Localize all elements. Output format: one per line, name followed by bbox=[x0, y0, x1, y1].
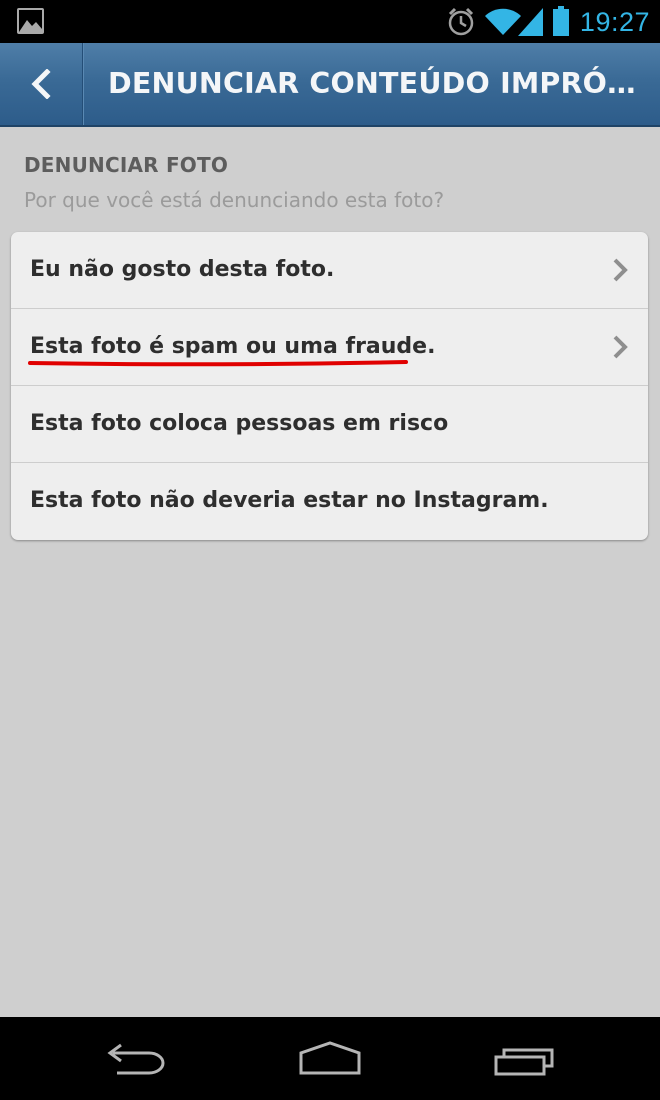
gallery-icon bbox=[17, 8, 44, 34]
red-underline-annotation bbox=[28, 360, 408, 367]
option-risk[interactable]: Esta foto coloca pessoas em risco bbox=[11, 386, 648, 462]
nav-back-button[interactable] bbox=[77, 1017, 197, 1100]
nav-home-button[interactable] bbox=[270, 1017, 390, 1100]
nav-recents-button[interactable] bbox=[464, 1017, 584, 1100]
option-label: Esta foto não deveria estar no Instagram… bbox=[30, 488, 549, 513]
home-icon bbox=[299, 1041, 361, 1075]
back-button[interactable] bbox=[0, 43, 83, 125]
back-arrow-icon bbox=[107, 1043, 165, 1075]
recent-apps-icon bbox=[494, 1048, 554, 1076]
section-heading: DENUNCIAR FOTO bbox=[24, 153, 229, 177]
option-label: Eu não gosto desta foto. bbox=[30, 257, 335, 282]
chevron-left-icon bbox=[31, 69, 51, 99]
report-options-list: Eu não gosto desta foto. Esta foto é spa… bbox=[11, 232, 648, 540]
wifi-icon bbox=[485, 8, 521, 36]
option-label: Esta foto é spam ou uma fraude. bbox=[30, 334, 436, 359]
page-title: DENUNCIAR CONTEÚDO IMPRÓP... bbox=[108, 67, 648, 100]
section-subtitle: Por que você está denunciando esta foto? bbox=[24, 188, 445, 212]
status-bar: 19:27 bbox=[0, 0, 660, 43]
chevron-right-icon bbox=[613, 258, 628, 282]
status-time: 19:27 bbox=[579, 7, 650, 37]
option-dislike[interactable]: Eu não gosto desta foto. bbox=[11, 232, 648, 308]
action-bar: DENUNCIAR CONTEÚDO IMPRÓP... bbox=[0, 43, 660, 127]
signal-icon bbox=[518, 8, 543, 36]
navigation-bar bbox=[0, 1017, 660, 1100]
alarm-icon bbox=[448, 7, 474, 36]
option-not-instagram[interactable]: Esta foto não deveria estar no Instagram… bbox=[11, 463, 648, 539]
option-label: Esta foto coloca pessoas em risco bbox=[30, 411, 449, 436]
battery-icon bbox=[553, 6, 569, 36]
option-spam[interactable]: Esta foto é spam ou uma fraude. bbox=[11, 309, 648, 385]
chevron-right-icon bbox=[613, 335, 628, 359]
